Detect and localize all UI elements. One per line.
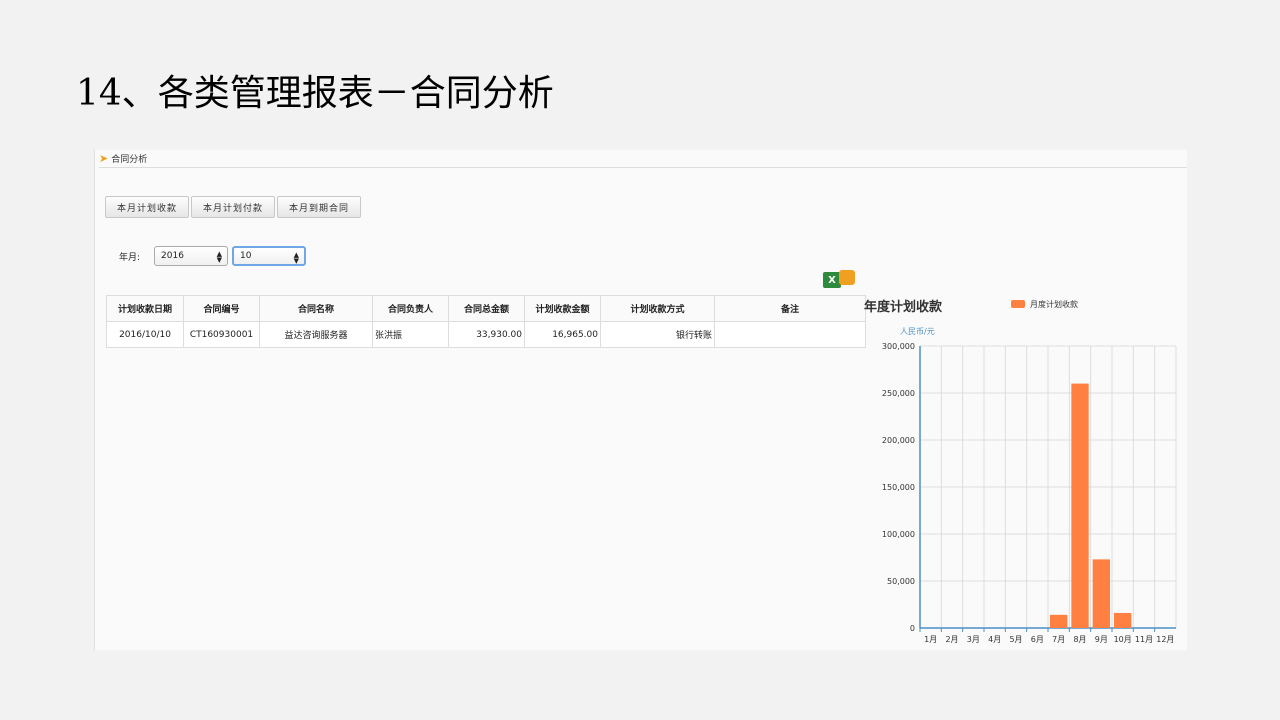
col-planned-date[interactable]: 计划收款日期 — [106, 295, 184, 322]
bar-8月 — [1071, 383, 1089, 628]
col-payment-method[interactable]: 计划收款方式 — [600, 295, 715, 322]
cell-contract-name: 益达咨询服务器 — [259, 321, 373, 348]
document-export-icon[interactable] — [839, 270, 855, 285]
chart-title: 年度计划收款 — [864, 299, 943, 315]
contract-table: 计划收款日期 合同编号 合同名称 合同负责人 合同总金额 计划收款金额 计划收款… — [106, 295, 866, 348]
export-tools: X — [823, 270, 855, 288]
year-value: 2016 — [161, 251, 184, 261]
cell-payment-method: 银行转账 — [600, 321, 715, 348]
period-filter: 年月: 2016 ▲ ▼ 10 ▲ ▼ — [119, 246, 307, 266]
breadcrumb: ➤ 合同分析 — [99, 152, 147, 165]
col-contract-total[interactable]: 合同总金额 — [448, 295, 525, 322]
col-remark[interactable]: 备注 — [714, 295, 866, 322]
year-select[interactable]: 2016 ▲ ▼ — [154, 246, 229, 266]
y-tick-label: 50,000 — [887, 577, 915, 586]
x-tick-label: 4月 — [988, 635, 1001, 644]
cell-remark — [714, 321, 866, 348]
x-tick-label: 8月 — [1073, 635, 1086, 644]
select-arrows-icon: ▲ ▼ — [293, 251, 300, 265]
bar-10月 — [1114, 612, 1132, 628]
x-tick-label: 12月 — [1156, 635, 1174, 644]
month-select[interactable]: 10 ▲ ▼ — [232, 246, 307, 266]
y-tick-label: 200,000 — [882, 436, 915, 445]
col-contract-no[interactable]: 合同编号 — [183, 295, 260, 322]
x-tick-label: 11月 — [1135, 635, 1153, 644]
annual-planned-receipts-chart: 年度计划收款 月度计划收款人民币/元 0 50,000 100,000 150,000 20… — [864, 299, 1177, 644]
y-tick-label: 250,000 — [882, 389, 915, 398]
slide-title: 14、各类管理报表－合同分析 — [76, 73, 554, 114]
bar-9月 — [1092, 559, 1110, 628]
period-label: 年月: — [119, 252, 141, 263]
y-tick-label: 300,000 — [882, 342, 915, 351]
x-tick-label: 5月 — [1009, 635, 1022, 644]
x-tick-label: 9月 — [1095, 635, 1108, 644]
monthly-expiring-contracts-button[interactable]: 本月到期合同 — [277, 196, 362, 218]
monthly-planned-payments-button[interactable]: 本月计划付款 — [191, 196, 276, 218]
cell-planned-amount: 16,965.00 — [524, 321, 601, 348]
table-row[interactable]: 2016/10/10 CT160930001 益达咨询服务器 张洪振 33,93… — [106, 321, 866, 348]
breadcrumb-divider — [99, 167, 1187, 168]
cell-contract-total: 33,930.00 — [448, 321, 525, 348]
monthly-planned-receipts-button[interactable]: 本月计划收款 — [105, 196, 190, 218]
x-tick-label: 6月 — [1031, 635, 1044, 644]
y-tick-label: 150,000 — [882, 483, 915, 492]
bar-7月 — [1050, 614, 1068, 628]
cell-contract-owner: 张洪振 — [372, 321, 449, 348]
x-tick-label: 10月 — [1114, 635, 1132, 644]
x-tick-label: 2月 — [945, 635, 958, 644]
cell-planned-date: 2016/10/10 — [106, 321, 184, 348]
legend-swatch — [1011, 300, 1025, 308]
y-tick-label: 100,000 — [882, 530, 915, 539]
select-arrows-icon: ▲ ▼ — [216, 250, 223, 264]
x-tick-label: 7月 — [1052, 635, 1065, 644]
col-planned-amount[interactable]: 计划收款金额 — [524, 295, 601, 322]
legend-label: 月度计划收款 — [1030, 299, 1078, 309]
month-value: 10 — [240, 251, 252, 261]
arrow-right-icon: ➤ — [99, 152, 109, 165]
y-tick-label: 0 — [910, 624, 915, 633]
x-tick-label: 3月 — [967, 635, 980, 644]
cell-contract-no: CT160930001 — [183, 321, 260, 348]
col-contract-name[interactable]: 合同名称 — [259, 295, 373, 322]
breadcrumb-label: 合同分析 — [111, 155, 148, 165]
table-header-row: 计划收款日期 合同编号 合同名称 合同负责人 合同总金额 计划收款金额 计划收款… — [106, 295, 866, 322]
y-axis-title: 人民币/元 — [900, 327, 935, 336]
report-toolbar: 本月计划收款 本月计划付款 本月到期合同 — [105, 196, 362, 218]
x-tick-label: 1月 — [924, 635, 937, 644]
col-contract-owner[interactable]: 合同负责人 — [372, 295, 449, 322]
